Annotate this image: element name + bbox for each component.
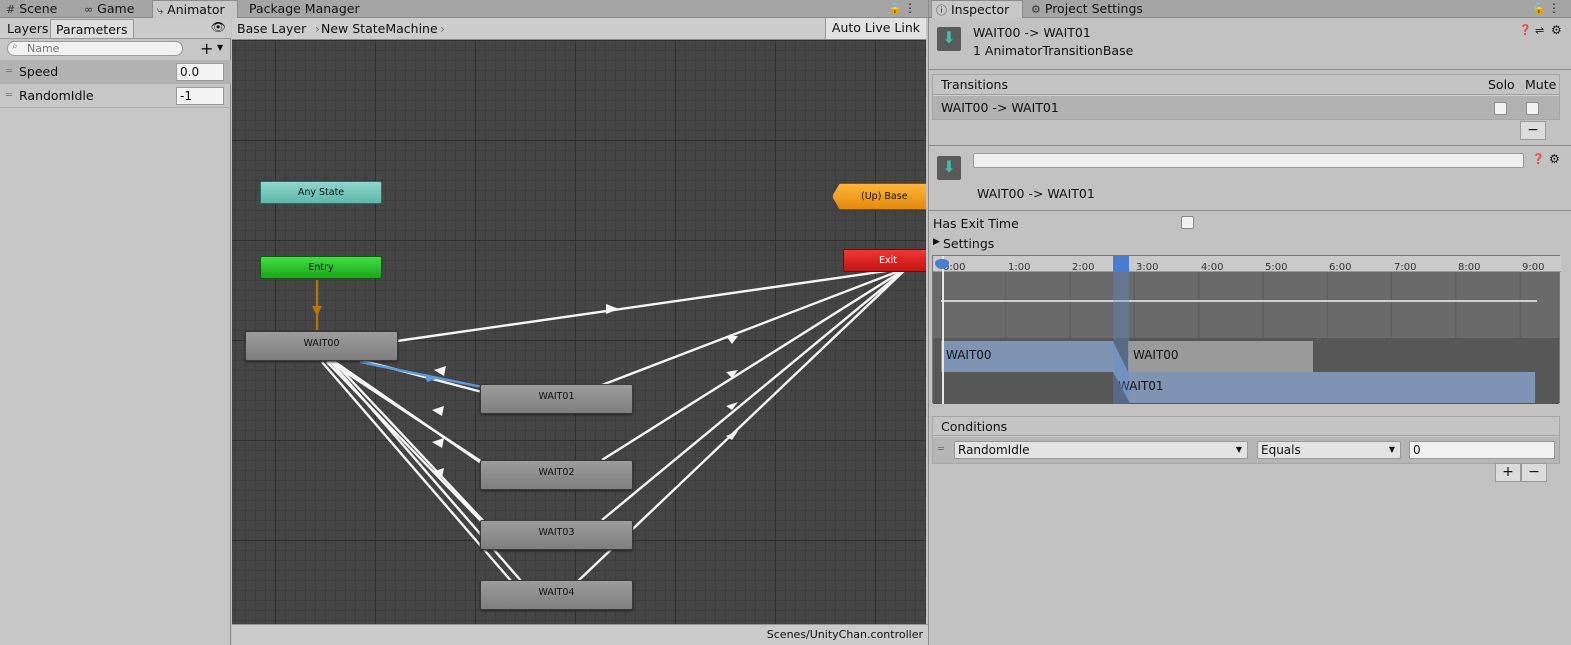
info-icon: ⓘ bbox=[936, 4, 947, 17]
status-bar-path: Scenes/UnityChan.controller bbox=[232, 624, 928, 645]
remove-transition-button[interactable]: − bbox=[1520, 121, 1546, 140]
gear-icon: ⚙ bbox=[1031, 3, 1041, 16]
state-node-wait01[interactable]: WAIT01 bbox=[480, 384, 633, 414]
chevron-down-icon: ▼ bbox=[1235, 445, 1242, 454]
search-icon: ⌕ bbox=[12, 41, 18, 52]
solo-checkbox[interactable] bbox=[1494, 102, 1507, 115]
parameter-value-field[interactable]: 0.0 bbox=[176, 63, 224, 81]
drag-handle-icon[interactable]: ═ bbox=[938, 444, 944, 455]
settings-foldout[interactable]: Settings bbox=[943, 236, 994, 251]
transition-handle[interactable] bbox=[1113, 256, 1129, 272]
breadcrumb: Base Layer › New StateMachine › Auto Liv… bbox=[232, 18, 926, 40]
auto-live-link-button[interactable]: Auto Live Link bbox=[824, 18, 926, 39]
any-state-node[interactable]: Any State bbox=[260, 181, 382, 204]
add-parameter-icon[interactable]: + bbox=[200, 39, 213, 58]
lock-icon[interactable]: 🔒 bbox=[1532, 2, 1546, 15]
entry-node[interactable]: Entry bbox=[260, 256, 382, 279]
foldout-arrow-icon[interactable]: ▶ bbox=[933, 237, 940, 247]
timeline-ruler: 0:00 1:00 2:00 3:00 4:00 5:00 6:00 7:00 … bbox=[933, 256, 1561, 273]
tab-scene[interactable]: # Scene bbox=[2, 0, 57, 18]
condition-value-input[interactable]: 0 bbox=[1409, 441, 1555, 459]
clip-wait00-after: WAIT00 bbox=[1128, 341, 1313, 372]
inspector-panel: ⓘ Inspector ⚙ Project Settings 🔒 ⋮ ⬇ WAIT0… bbox=[928, 0, 1571, 645]
help-icon[interactable]: ❓ bbox=[1532, 154, 1544, 165]
clip-wait00-source[interactable]: WAIT00 bbox=[941, 341, 1128, 372]
condition-parameter-select[interactable]: RandomIdle ▼ bbox=[954, 441, 1248, 459]
add-condition-button[interactable]: + bbox=[1495, 463, 1521, 482]
settings-gear-icon[interactable]: ⚙ bbox=[1549, 152, 1560, 166]
state-node-wait02[interactable]: WAIT02 bbox=[480, 460, 633, 490]
transition-timeline[interactable]: 0:00 1:00 2:00 3:00 4:00 5:00 6:00 7:00 … bbox=[932, 255, 1561, 404]
has-exit-time-checkbox[interactable] bbox=[1181, 216, 1194, 229]
mute-header: Mute bbox=[1525, 77, 1557, 92]
transitions-header: Transitions bbox=[941, 77, 1008, 92]
state-node-wait04[interactable]: WAIT04 bbox=[480, 580, 633, 610]
inspector-tab-bar: ⓘ Inspector ⚙ Project Settings 🔒 ⋮ bbox=[929, 0, 1571, 18]
help-icon[interactable]: ❓ bbox=[1519, 25, 1531, 36]
state-node-wait03[interactable]: WAIT03 bbox=[480, 520, 633, 550]
transition-name-input[interactable] bbox=[973, 153, 1524, 168]
parameters-panel: + ▼ ═ Speed 0.0 ═ RandomIdle -1 bbox=[0, 39, 231, 645]
tab-layers[interactable]: Layers bbox=[2, 19, 53, 38]
chevron-down-icon[interactable]: ▼ bbox=[217, 43, 223, 52]
inspector-subtitle: 1 AnimatorTransitionBase bbox=[973, 43, 1134, 58]
lock-icon[interactable]: 🔒 bbox=[888, 2, 902, 15]
transition-row[interactable]: WAIT00 -> WAIT01 bbox=[941, 100, 1059, 115]
window-tab-bar: # Scene ∞ Game ⤷ Animator Package Manager 🔒… bbox=[0, 0, 928, 18]
more-menu-icon[interactable]: ⋮ bbox=[904, 1, 916, 15]
parameter-name: Speed bbox=[19, 64, 59, 79]
solo-header: Solo bbox=[1488, 77, 1515, 92]
mute-checkbox[interactable] bbox=[1526, 102, 1539, 115]
parameter-row[interactable]: ═ RandomIdle -1 bbox=[0, 84, 231, 108]
drag-handle-icon[interactable]: ═ bbox=[6, 66, 12, 77]
state-node-wait00[interactable]: WAIT00 bbox=[245, 331, 398, 361]
parameter-name: RandomIdle bbox=[19, 88, 94, 103]
inspector-title: WAIT00 -> WAIT01 bbox=[973, 25, 1091, 40]
animator-icon: ⤷ bbox=[157, 4, 164, 17]
conditions-list: Conditions ═ RandomIdle ▼ Equals ▼ 0 bbox=[932, 416, 1560, 464]
tab-package-manager[interactable]: Package Manager bbox=[245, 0, 360, 18]
state-machine-graph[interactable]: Any State Entry Exit (Up) Base Layer WAI… bbox=[232, 40, 926, 624]
clip-wait01-destination[interactable]: WAIT01 bbox=[1113, 372, 1535, 403]
drag-handle-icon[interactable]: ═ bbox=[6, 90, 12, 101]
parameter-value-field[interactable]: -1 bbox=[176, 87, 224, 105]
tab-game[interactable]: ∞ Game bbox=[80, 0, 134, 18]
transition-icon: ⬇ bbox=[937, 156, 961, 180]
tab-parameters[interactable]: Parameters bbox=[50, 19, 134, 38]
tab-animator[interactable]: ⤷ Animator bbox=[152, 0, 238, 18]
breadcrumb-separator-icon: › bbox=[440, 21, 445, 36]
condition-mode-select[interactable]: Equals ▼ bbox=[1257, 441, 1401, 459]
transition-icon: ⬇ bbox=[937, 27, 961, 51]
presets-icon[interactable]: ⇌ bbox=[1535, 24, 1544, 37]
has-exit-time-label: Has Exit Time bbox=[933, 216, 1019, 231]
layers-parameters-tabs: Layers Parameters 👁 bbox=[0, 18, 231, 39]
eye-icon[interactable]: 👁 bbox=[211, 20, 226, 34]
parameter-search-input[interactable]: Name bbox=[7, 41, 183, 56]
breadcrumb-base-layer[interactable]: Base Layer bbox=[232, 18, 306, 39]
tab-inspector[interactable]: ⓘ Inspector bbox=[931, 0, 1023, 18]
playhead[interactable] bbox=[942, 256, 944, 404]
settings-gear-icon[interactable]: ⚙ bbox=[1551, 23, 1562, 37]
transitions-list: Transitions Solo Mute WAIT00 -> WAIT01 bbox=[932, 74, 1560, 120]
exit-node[interactable]: Exit bbox=[843, 249, 926, 272]
grid-icon: # bbox=[6, 3, 16, 16]
parameter-row[interactable]: ═ Speed 0.0 bbox=[0, 60, 231, 84]
conditions-header: Conditions bbox=[941, 419, 1008, 434]
chevron-down-icon: ▼ bbox=[1388, 445, 1395, 454]
breadcrumb-state-machine[interactable]: New StateMachine bbox=[316, 18, 438, 39]
transition-duration-region[interactable] bbox=[1113, 256, 1129, 404]
remove-condition-button[interactable]: − bbox=[1521, 463, 1547, 482]
up-base-layer-node[interactable]: (Up) Base Layer bbox=[832, 183, 926, 210]
tab-project-settings[interactable]: ⚙ Project Settings bbox=[1027, 0, 1143, 18]
more-menu-icon[interactable]: ⋮ bbox=[1548, 1, 1560, 15]
gamepad-icon: ∞ bbox=[84, 3, 94, 16]
transition-label: WAIT00 -> WAIT01 bbox=[977, 186, 1095, 201]
